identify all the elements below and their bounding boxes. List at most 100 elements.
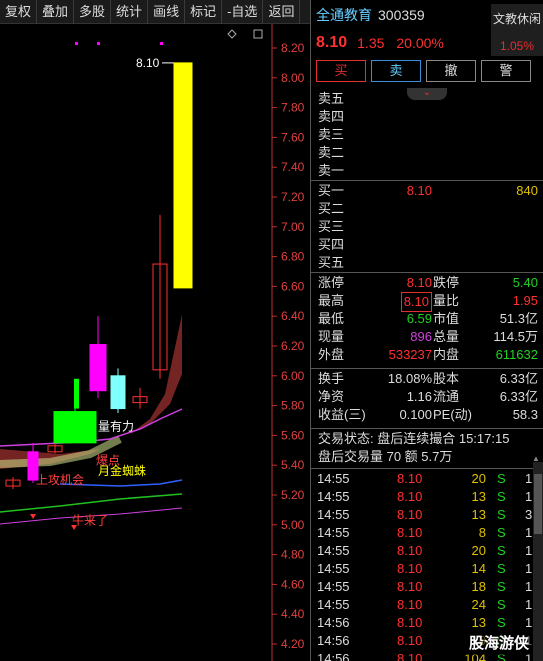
tick-row: 14:55 8.10 18 S 1: [311, 578, 543, 596]
bid-row[interactable]: 买二: [311, 200, 543, 218]
stat-value: 8.10: [406, 275, 432, 290]
stat-row: 最高 8.10 量比 1.95: [311, 292, 543, 312]
tick-time: 14:56: [317, 615, 350, 630]
toolbar-button[interactable]: 叠加: [37, 0, 75, 24]
axis-tick-label: 5.60: [281, 428, 305, 442]
stat-row: 涨停 8.10 跌停 5.40: [311, 274, 543, 292]
trade-buttons: 买 卖 撤 警: [311, 56, 543, 84]
toolbar-button[interactable]: -自选: [222, 0, 264, 24]
axis-tick-label: 7.20: [281, 190, 305, 204]
stat-label: 最低: [318, 311, 345, 326]
axis-tick-label: 8.00: [281, 71, 305, 85]
stat-value: 18.08%: [387, 371, 432, 386]
axis-tick-label: 8.20: [281, 41, 305, 55]
toolbar-button[interactable]: 返回: [263, 0, 301, 24]
bid-row[interactable]: 买五: [311, 254, 543, 272]
price-pct: 20.00%: [396, 35, 444, 51]
toolbar-button[interactable]: 复权: [0, 0, 38, 24]
toolbar-button[interactable]: 多股: [74, 0, 112, 24]
bid-volume: 840: [516, 183, 538, 198]
last-price: 8.10: [316, 34, 348, 51]
tick-price: 8.10: [397, 489, 423, 504]
tick-time: 14:55: [317, 507, 350, 522]
tick-time: 14:55: [317, 543, 350, 558]
tick-row: 14:55 8.10 13 S 1: [311, 488, 543, 506]
stat-row: 收益(三) 0.100 PE(动) 58.3: [311, 406, 543, 424]
stat-label: 收益(三): [318, 407, 366, 422]
candle-body: [110, 375, 126, 410]
bid-label: 买三: [318, 219, 345, 234]
ask-row[interactable]: 卖三: [311, 126, 543, 144]
cancel-button[interactable]: 撤: [426, 60, 476, 82]
sector-pct: 1.05%: [499, 39, 535, 53]
tick-price: 8.10: [397, 543, 423, 558]
ask-label: 卖五: [318, 91, 345, 106]
stock-code: 300359: [378, 7, 425, 23]
tick-side: S: [497, 525, 506, 540]
bid-label: 买二: [318, 201, 345, 216]
trade-status-text: 交易状态: 盘后连续撮合 15:17:15: [318, 431, 510, 446]
stat-value: 0.100: [399, 407, 432, 422]
tick-count: 1: [525, 543, 533, 558]
signal-annotation: 月金蜘蛛: [98, 463, 146, 478]
tick-count: 1: [525, 597, 533, 612]
bid-label: 买五: [318, 255, 345, 270]
tick-row: 14:55 8.10 24 S 1: [311, 596, 543, 614]
stat-label: 股本: [433, 371, 460, 386]
bid-row[interactable]: 买三: [311, 218, 543, 236]
tick-time: 14:55: [317, 525, 350, 540]
scrollbar-thumb[interactable]: [534, 474, 542, 534]
tick-row: 14:55 8.10 8 S 1: [311, 524, 543, 542]
signal-annotation: 牛来了: [72, 512, 108, 527]
buy-button[interactable]: 买: [316, 60, 366, 82]
divider: [311, 428, 543, 429]
scrollbar[interactable]: [533, 462, 543, 661]
marker-dot: [160, 42, 163, 45]
stat-value: 1.16: [406, 389, 432, 404]
tick-count: 1: [525, 489, 533, 504]
toolbar: 复权 叠加 多股 统计 画线 标记 -自选 返回: [0, 0, 310, 24]
bid-row[interactable]: 买一 8.10 840: [311, 182, 543, 200]
kline-chart[interactable]: 8.20 8.00 7.80 7.60 7.40 7.20 7.00 6.80 6.60 6.40…: [0, 24, 310, 661]
ask-row[interactable]: 卖二: [311, 144, 543, 162]
ask-row[interactable]: 卖四: [311, 108, 543, 126]
stat-value: 6.59: [406, 311, 432, 326]
ask-label: 卖四: [318, 109, 345, 124]
stat-value: 533237: [388, 347, 432, 362]
ma-line-green: [0, 493, 183, 513]
ask-row[interactable]: 卖一: [311, 162, 543, 180]
stat-value: 51.3亿: [499, 311, 538, 326]
up-arrow-icon: [30, 514, 36, 519]
tick-row: 14:55 8.10 13 S 3: [311, 506, 543, 524]
toolbar-button[interactable]: 画线: [148, 0, 186, 24]
stat-label: 量比: [433, 293, 460, 308]
price-change: 1.35: [357, 35, 385, 51]
axis-tick-label: 6.80: [281, 250, 305, 264]
signal-annotation: 量有力: [98, 419, 134, 433]
sell-button[interactable]: 卖: [371, 60, 421, 82]
stat-label: 外盘: [318, 347, 345, 362]
tick-price: 8.10: [397, 471, 423, 486]
ask-row[interactable]: 卖五: [311, 90, 543, 108]
axis-tick-label: 7.80: [281, 101, 305, 115]
candle-body: [89, 344, 107, 392]
stock-name[interactable]: 全通教育: [316, 5, 372, 25]
stat-row: 换手 18.08% 股本 6.33亿: [311, 370, 543, 388]
stat-value: 1.95: [512, 293, 538, 308]
tick-count: 3: [525, 507, 533, 522]
toolbar-button[interactable]: 标记: [185, 0, 223, 24]
tick-volume: 8: [478, 525, 486, 540]
bid-row[interactable]: 买四: [311, 236, 543, 254]
after-hours-text: 盘后交易量 70 额 5.7万: [318, 449, 453, 464]
stat-label: 涨停: [318, 275, 345, 290]
sector-box[interactable]: 文教休闲 1.05%: [491, 4, 543, 56]
signal-annotation: 上攻机会: [36, 473, 84, 487]
ask-label: 卖三: [318, 127, 345, 142]
alert-button[interactable]: 警: [481, 60, 531, 82]
axis-tick-label: 4.60: [281, 577, 305, 591]
toolbar-button[interactable]: 统计: [111, 0, 149, 24]
bid-label: 买一: [318, 183, 345, 198]
stock-app: 复权 叠加 多股 统计 画线 标记 -自选 返回 8.20 8.00 7.80 7.60 7.40 7.…: [0, 0, 543, 661]
tick-time: 14:55: [317, 561, 350, 576]
stat-value: 8.10: [400, 292, 432, 312]
